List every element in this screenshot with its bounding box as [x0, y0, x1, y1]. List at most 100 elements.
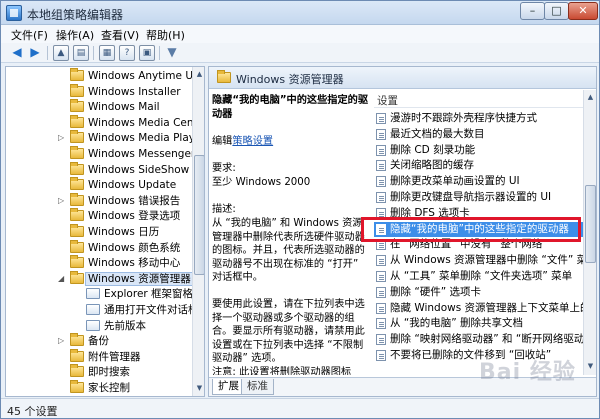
- expand-arrow-icon[interactable]: ▷: [58, 336, 64, 345]
- view-icon[interactable]: ▣: [139, 45, 155, 61]
- tree-item-label: Windows Mail: [88, 101, 160, 114]
- tree-item-label: Windows 登录选项: [88, 210, 181, 223]
- folder-icon: [70, 364, 84, 378]
- tree-scroll-thumb[interactable]: [194, 155, 204, 275]
- setting-row[interactable]: 最近文档的最大数目: [374, 127, 584, 142]
- tree-item[interactable]: ▷ Windows 错误报告: [6, 192, 192, 209]
- tree-item-label: Windows 错误报告: [88, 194, 181, 207]
- setting-row[interactable]: 删除 “硬件” 选项卡: [374, 285, 584, 300]
- tree-item[interactable]: 附件管理器: [6, 348, 192, 365]
- tree-item[interactable]: Windows 日历: [6, 224, 192, 240]
- scroll-down-arrow-icon[interactable]: ▼: [194, 382, 204, 394]
- show-hide-tree-icon[interactable]: ▤: [73, 45, 89, 61]
- menu-view[interactable]: 查看(V): [101, 27, 139, 43]
- setting-label: 删除更改菜单动画设置的 UI: [390, 175, 520, 188]
- settings-scroll-thumb[interactable]: [585, 185, 596, 263]
- toolbar-separator: [159, 46, 160, 60]
- tree-item-label: Windows 资源管理器: [85, 271, 194, 286]
- setting-label: 删除更改键盘导航指示器设置的 UI: [390, 191, 552, 203]
- tree-item[interactable]: ▷ Windows Media Playe: [6, 130, 201, 146]
- tree-item[interactable]: Windows Update: [6, 177, 192, 193]
- edit-policy-link[interactable]: 策略设置: [232, 136, 273, 147]
- setting-row[interactable]: 删除更改菜单动画设置的 UI: [374, 174, 584, 189]
- tree-scrollbar[interactable]: ▲ ▼: [192, 67, 204, 396]
- tree-item[interactable]: Windows Mail: [6, 99, 192, 115]
- edit-prefix: 编辑: [212, 136, 233, 147]
- setting-row[interactable]: 删除 “映射网络驱动器” 和 “断开网络驱动器”: [374, 332, 596, 347]
- note-text: 注意: 此设置将删除驱动器图标: [212, 367, 352, 375]
- settings-column-header[interactable]: 设置: [374, 90, 596, 108]
- tree-item[interactable]: 通用打开文件对话框: [6, 303, 199, 318]
- maximize-button[interactable]: □: [544, 2, 569, 20]
- expanded-arrow-icon[interactable]: ◢: [58, 274, 64, 283]
- setting-row[interactable]: 删除 CD 刻录功能: [374, 143, 584, 158]
- tree-item[interactable]: Windows SideShow: [6, 161, 192, 178]
- tree-item[interactable]: ▷ 备份: [6, 333, 192, 349]
- tree-item-label: 家长控制: [88, 382, 130, 394]
- tree-item[interactable]: Windows 登录选项: [6, 208, 192, 224]
- description-label: 描述:: [212, 204, 236, 215]
- setting-label: 从 “我的电脑” 删除共享文档: [390, 317, 524, 330]
- setting-row[interactable]: 删除更改键盘导航指示器设置的 UI: [374, 190, 584, 205]
- setting-row[interactable]: 隐藏 Windows 资源管理器上下文菜单上的 “管理”: [374, 301, 596, 316]
- tree-item[interactable]: Windows Messenger: [6, 146, 195, 162]
- setting-row[interactable]: 从 Windows 资源管理器中删除 “文件” 菜单: [374, 253, 596, 268]
- policy-setting-icon: [376, 160, 386, 172]
- description-body: 从 “我的电脑” 和 Windows 资源管理器中删除代表所选硬件驱动器的图标。…: [212, 218, 365, 283]
- tree-item[interactable]: Explorer 框架窗格: [6, 287, 193, 302]
- tree-item[interactable]: 先前版本: [6, 319, 192, 334]
- policy-setting-icon: [376, 271, 386, 282]
- folder-icon: [86, 304, 100, 315]
- requirement-label: 要求:: [212, 163, 236, 174]
- tree-item[interactable]: Windows 颜色系统: [6, 239, 192, 256]
- expand-arrow-icon[interactable]: ▷: [58, 196, 64, 205]
- toolbar-separator: [93, 46, 94, 60]
- menu-help[interactable]: 帮助(H): [146, 27, 185, 43]
- setting-row[interactable]: 关闭缩略图的缓存: [374, 158, 584, 173]
- panel-header: Windows 资源管理器: [209, 67, 596, 89]
- tree-item[interactable]: Windows Installer: [6, 83, 192, 100]
- scroll-up-arrow-icon[interactable]: ▲: [585, 91, 596, 103]
- minimize-button[interactable]: –: [520, 2, 545, 20]
- folder-icon: [70, 380, 84, 393]
- folder-icon: [70, 255, 84, 269]
- setting-row[interactable]: 漫游时不跟踪外壳程序快捷方式: [374, 111, 584, 126]
- setting-label: 隐藏 Windows 资源管理器上下文菜单上的 “管理”: [390, 301, 596, 314]
- toolbar-separator: [47, 46, 48, 60]
- folder-icon: [70, 146, 84, 159]
- tree-item-label: Windows Update: [88, 179, 177, 192]
- help-icon[interactable]: ?: [119, 45, 135, 61]
- scroll-up-arrow-icon[interactable]: ▲: [194, 68, 204, 80]
- tree-item-label: Windows Media Cente: [88, 116, 205, 129]
- filter-icon[interactable]: ▼: [164, 45, 180, 61]
- title-bar[interactable]: 本地组策略编辑器 – □ ✕: [1, 1, 599, 25]
- tree-item[interactable]: Windows 移动中心: [6, 255, 192, 271]
- folder-icon: [70, 208, 84, 222]
- scroll-down-arrow-icon[interactable]: ▼: [585, 360, 596, 372]
- up-folder-icon[interactable]: ▲: [53, 45, 69, 61]
- tree-item[interactable]: ◢ Windows 资源管理器: [6, 270, 194, 287]
- tree-item-label: Windows 日历: [88, 226, 160, 238]
- tree-item[interactable]: 即时搜索: [6, 364, 192, 380]
- tree-item[interactable]: Windows Anytime Upg: [6, 68, 204, 84]
- close-button[interactable]: ✕: [568, 2, 598, 20]
- window: 本地组策略编辑器 – □ ✕ 文件(F) 操作(A) 查看(V) 帮助(H) ◀…: [0, 0, 600, 419]
- policy-setting-icon: [376, 318, 386, 330]
- setting-row[interactable]: 从 “工具” 菜单删除 “文件夹选项” 菜单: [374, 269, 584, 284]
- menu-action[interactable]: 操作(A): [56, 27, 94, 43]
- tab-standard[interactable]: 标准: [241, 379, 274, 395]
- back-arrow-icon[interactable]: ◀: [9, 45, 25, 61]
- usage-text: 要使用此设置，请在下拉列表中选择一个驱动器或多个驱动器的组合。要显示所有驱动器，…: [212, 299, 365, 364]
- export-list-icon[interactable]: ▦: [99, 45, 115, 61]
- setting-row[interactable]: 从 “我的电脑” 删除共享文档: [374, 316, 584, 331]
- settings-scrollbar[interactable]: ▲ ▼: [583, 90, 596, 375]
- tree-item[interactable]: Windows Media Cente: [6, 114, 204, 131]
- folder-icon: [70, 99, 84, 113]
- forward-arrow-icon[interactable]: ▶: [27, 45, 43, 61]
- folder-icon: [70, 192, 84, 206]
- menu-file[interactable]: 文件(F): [11, 27, 48, 43]
- tree-item[interactable]: 家长控制: [6, 380, 192, 396]
- window-title: 本地组策略编辑器: [27, 8, 124, 22]
- setting-label: 删除 CD 刻录功能: [390, 143, 476, 156]
- expand-arrow-icon[interactable]: ▷: [58, 133, 64, 142]
